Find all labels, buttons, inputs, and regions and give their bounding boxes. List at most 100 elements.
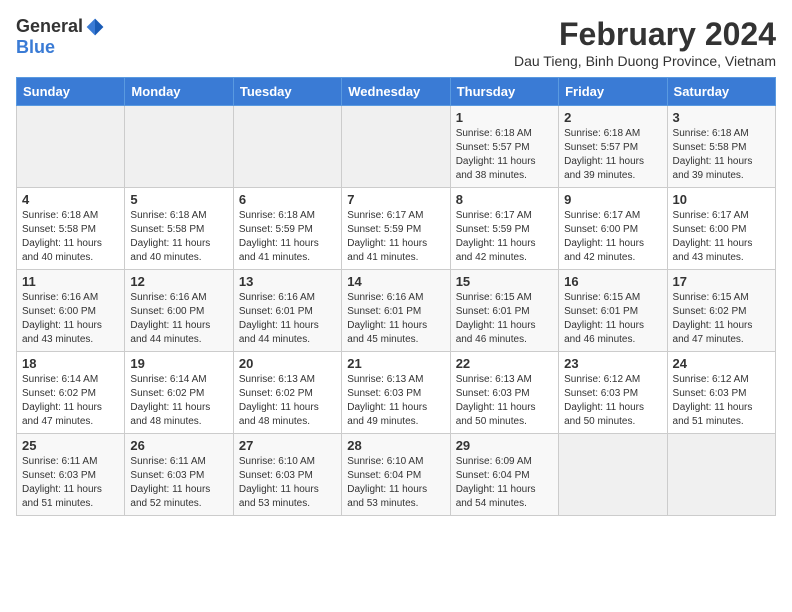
day-number: 14 xyxy=(347,274,444,289)
logo-icon xyxy=(85,17,105,37)
day-info: Sunrise: 6:15 AMSunset: 6:01 PMDaylight:… xyxy=(456,291,553,347)
calendar-cell: 9 Sunrise: 6:17 AMSunset: 6:00 PMDaylight… xyxy=(559,188,667,270)
day-number: 22 xyxy=(456,356,553,371)
calendar-week-5: 25 Sunrise: 6:11 AMSunset: 6:03 PMDayligh… xyxy=(17,434,776,516)
day-number: 10 xyxy=(673,192,770,207)
header-monday: Monday xyxy=(125,78,233,106)
header-friday: Friday xyxy=(559,78,667,106)
day-info: Sunrise: 6:18 AMSunset: 5:59 PMDaylight:… xyxy=(239,209,336,265)
calendar-cell: 14 Sunrise: 6:16 AMSunset: 6:01 PMDayligh… xyxy=(342,270,450,352)
day-number: 13 xyxy=(239,274,336,289)
day-number: 18 xyxy=(22,356,119,371)
calendar-cell: 4Sunrise: 6:18 AMSunset: 5:58 PMDaylight… xyxy=(17,188,125,270)
logo-blue-text: Blue xyxy=(16,37,55,57)
day-number: 21 xyxy=(347,356,444,371)
day-number: 19 xyxy=(130,356,227,371)
calendar-cell xyxy=(17,106,125,188)
day-info: Sunrise: 6:14 AMSunset: 6:02 PMDaylight:… xyxy=(130,373,227,429)
calendar-cell xyxy=(233,106,341,188)
day-number: 15 xyxy=(456,274,553,289)
calendar-table: SundayMondayTuesdayWednesdayThursdayFrid… xyxy=(16,77,776,516)
calendar-cell: 29 Sunrise: 6:09 AMSunset: 6:04 PMDayligh… xyxy=(450,434,558,516)
day-info: Sunrise: 6:11 AMSunset: 6:03 PMDaylight:… xyxy=(130,455,227,511)
calendar-cell: 13Sunrise: 6:16 AMSunset: 6:01 PMDayligh… xyxy=(233,270,341,352)
calendar-cell: 19 Sunrise: 6:14 AMSunset: 6:02 PMDayligh… xyxy=(125,352,233,434)
calendar-cell: 25 Sunrise: 6:11 AMSunset: 6:03 PMDayligh… xyxy=(17,434,125,516)
day-number: 5 xyxy=(130,192,227,207)
day-number: 25 xyxy=(22,438,119,453)
day-number: 3 xyxy=(673,110,770,125)
day-info: Sunrise: 6:18 AMSunset: 5:57 PMDaylight:… xyxy=(456,127,553,183)
calendar-cell: 22 Sunrise: 6:13 AMSunset: 6:03 PMDayligh… xyxy=(450,352,558,434)
day-info: Sunrise: 6:16 AMSunset: 6:00 PMDaylight:… xyxy=(22,291,119,347)
calendar-header-row: SundayMondayTuesdayWednesdayThursdayFrid… xyxy=(17,78,776,106)
logo: General Blue xyxy=(16,16,105,58)
calendar-cell: 2Sunrise: 6:18 AMSunset: 5:57 PMDaylight… xyxy=(559,106,667,188)
calendar-cell: 5Sunrise: 6:18 AMSunset: 5:58 PMDaylight… xyxy=(125,188,233,270)
day-number: 23 xyxy=(564,356,661,371)
day-number: 9 xyxy=(564,192,661,207)
calendar-cell: 11 Sunrise: 6:16 AMSunset: 6:00 PMDayligh… xyxy=(17,270,125,352)
calendar-cell: 1 Sunrise: 6:18 AMSunset: 5:57 PMDaylight… xyxy=(450,106,558,188)
calendar-cell: 12 Sunrise: 6:16 AMSunset: 6:00 PMDayligh… xyxy=(125,270,233,352)
header-thursday: Thursday xyxy=(450,78,558,106)
calendar-cell: 6Sunrise: 6:18 AMSunset: 5:59 PMDaylight… xyxy=(233,188,341,270)
day-number: 20 xyxy=(239,356,336,371)
month-year-title: February 2024 xyxy=(514,16,776,53)
calendar-week-4: 18 Sunrise: 6:14 AMSunset: 6:02 PMDayligh… xyxy=(17,352,776,434)
calendar-cell xyxy=(559,434,667,516)
day-info: Sunrise: 6:17 AMSunset: 6:00 PMDaylight:… xyxy=(673,209,770,265)
calendar-cell: 8Sunrise: 6:17 AMSunset: 5:59 PMDaylight… xyxy=(450,188,558,270)
day-number: 12 xyxy=(130,274,227,289)
calendar-cell: 20Sunrise: 6:13 AMSunset: 6:02 PMDayligh… xyxy=(233,352,341,434)
calendar-cell: 26 Sunrise: 6:11 AMSunset: 6:03 PMDayligh… xyxy=(125,434,233,516)
day-number: 29 xyxy=(456,438,553,453)
day-info: Sunrise: 6:10 AMSunset: 6:03 PMDaylight:… xyxy=(239,455,336,511)
calendar-cell: 3 Sunrise: 6:18 AMSunset: 5:58 PMDaylight… xyxy=(667,106,775,188)
calendar-cell: 28 Sunrise: 6:10 AMSunset: 6:04 PMDayligh… xyxy=(342,434,450,516)
calendar-cell: 23Sunrise: 6:12 AMSunset: 6:03 PMDayligh… xyxy=(559,352,667,434)
calendar-cell: 24Sunrise: 6:12 AMSunset: 6:03 PMDayligh… xyxy=(667,352,775,434)
day-number: 4 xyxy=(22,192,119,207)
day-number: 16 xyxy=(564,274,661,289)
calendar-cell: 10 Sunrise: 6:17 AMSunset: 6:00 PMDayligh… xyxy=(667,188,775,270)
day-number: 24 xyxy=(673,356,770,371)
calendar-cell: 21 Sunrise: 6:13 AMSunset: 6:03 PMDayligh… xyxy=(342,352,450,434)
calendar-cell xyxy=(125,106,233,188)
location-subtitle: Dau Tieng, Binh Duong Province, Vietnam xyxy=(514,53,776,69)
day-number: 2 xyxy=(564,110,661,125)
calendar-cell: 17Sunrise: 6:15 AMSunset: 6:02 PMDayligh… xyxy=(667,270,775,352)
day-number: 11 xyxy=(22,274,119,289)
day-info: Sunrise: 6:09 AMSunset: 6:04 PMDaylight:… xyxy=(456,455,553,511)
title-area: February 2024 Dau Tieng, Binh Duong Prov… xyxy=(514,16,776,69)
calendar-cell: 15 Sunrise: 6:15 AMSunset: 6:01 PMDayligh… xyxy=(450,270,558,352)
day-info: Sunrise: 6:15 AMSunset: 6:01 PMDaylight:… xyxy=(564,291,661,347)
header: General Blue February 2024 Dau Tieng, Bi… xyxy=(16,16,776,69)
calendar-cell xyxy=(342,106,450,188)
day-number: 26 xyxy=(130,438,227,453)
header-sunday: Sunday xyxy=(17,78,125,106)
day-number: 28 xyxy=(347,438,444,453)
header-wednesday: Wednesday xyxy=(342,78,450,106)
day-info: Sunrise: 6:13 AMSunset: 6:03 PMDaylight:… xyxy=(347,373,444,429)
day-info: Sunrise: 6:16 AMSunset: 6:01 PMDaylight:… xyxy=(347,291,444,347)
day-number: 27 xyxy=(239,438,336,453)
calendar-cell xyxy=(667,434,775,516)
day-number: 8 xyxy=(456,192,553,207)
calendar-cell: 18Sunrise: 6:14 AMSunset: 6:02 PMDayligh… xyxy=(17,352,125,434)
day-info: Sunrise: 6:11 AMSunset: 6:03 PMDaylight:… xyxy=(22,455,119,511)
day-info: Sunrise: 6:13 AMSunset: 6:03 PMDaylight:… xyxy=(456,373,553,429)
day-info: Sunrise: 6:10 AMSunset: 6:04 PMDaylight:… xyxy=(347,455,444,511)
calendar-week-1: 1 Sunrise: 6:18 AMSunset: 5:57 PMDaylight… xyxy=(17,106,776,188)
day-info: Sunrise: 6:16 AMSunset: 6:00 PMDaylight:… xyxy=(130,291,227,347)
header-tuesday: Tuesday xyxy=(233,78,341,106)
day-info: Sunrise: 6:17 AMSunset: 6:00 PMDaylight:… xyxy=(564,209,661,265)
calendar-cell: 16 Sunrise: 6:15 AMSunset: 6:01 PMDayligh… xyxy=(559,270,667,352)
day-number: 7 xyxy=(347,192,444,207)
day-number: 1 xyxy=(456,110,553,125)
logo-general-text: General xyxy=(16,16,83,37)
calendar-week-3: 11 Sunrise: 6:16 AMSunset: 6:00 PMDayligh… xyxy=(17,270,776,352)
day-info: Sunrise: 6:17 AMSunset: 5:59 PMDaylight:… xyxy=(347,209,444,265)
calendar-cell: 7 Sunrise: 6:17 AMSunset: 5:59 PMDaylight… xyxy=(342,188,450,270)
day-info: Sunrise: 6:18 AMSunset: 5:58 PMDaylight:… xyxy=(673,127,770,183)
